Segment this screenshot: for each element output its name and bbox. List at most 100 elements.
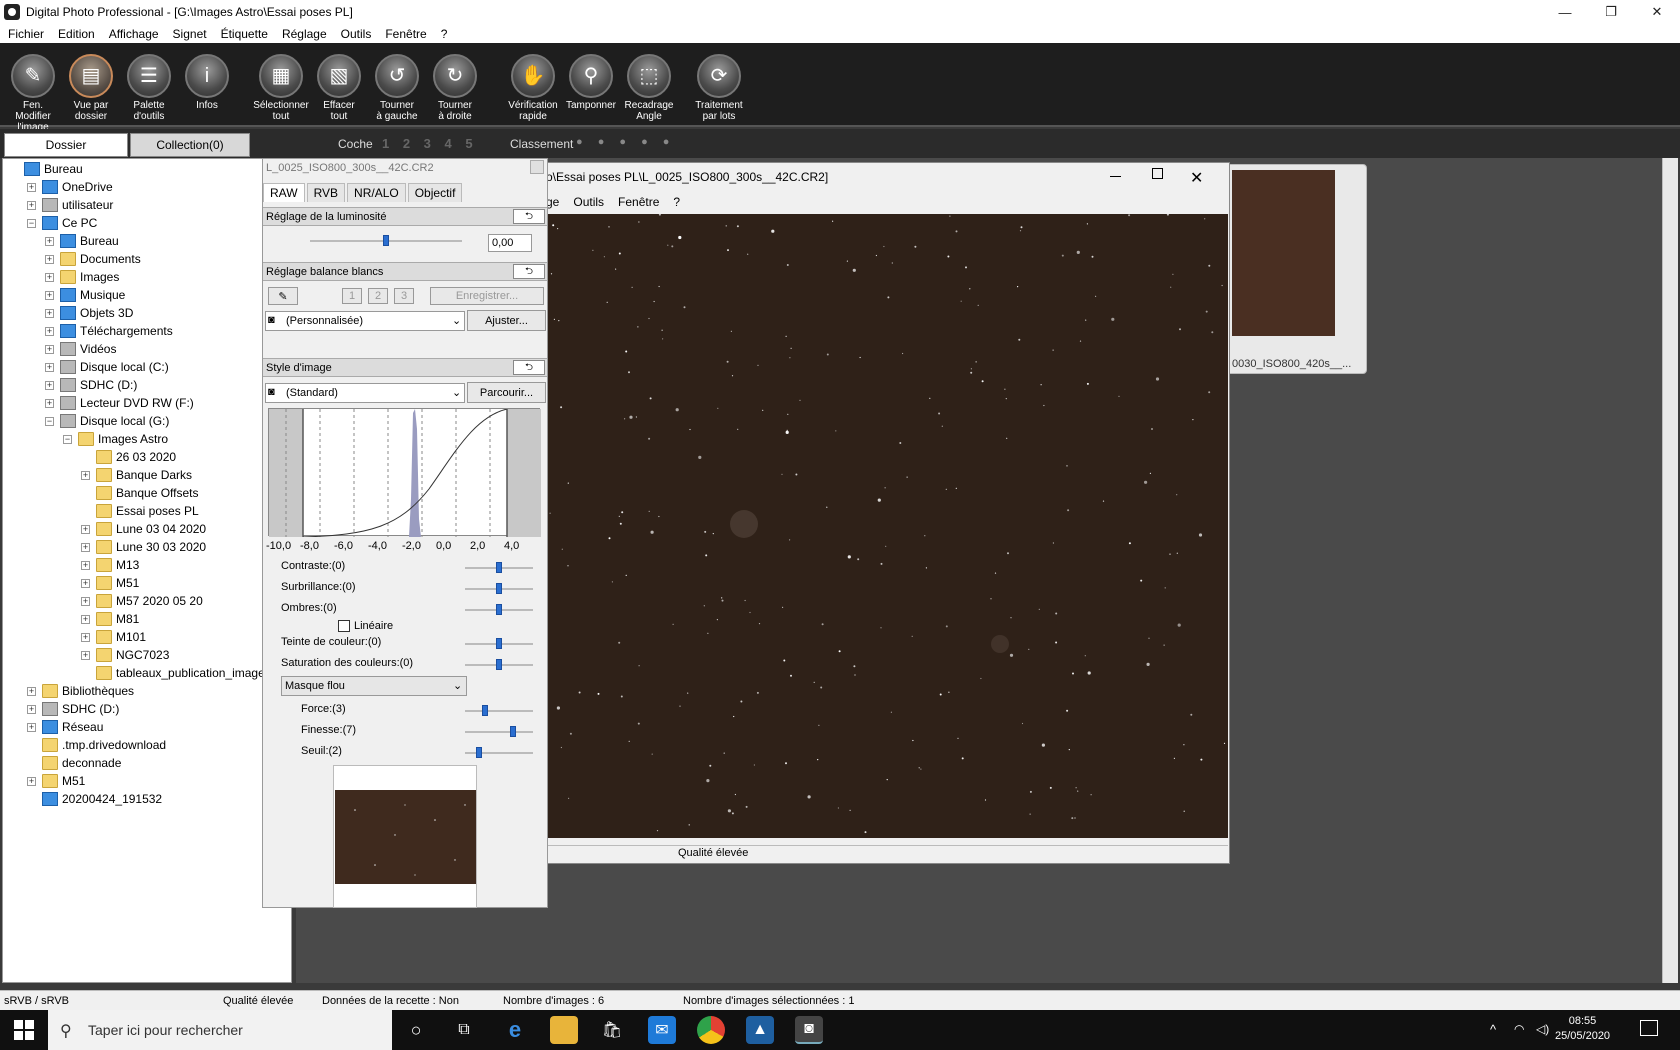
restore-button[interactable]: ❐	[1588, 0, 1634, 24]
photos-icon[interactable]: ▲	[746, 1016, 774, 1044]
expand-toggle-icon[interactable]: +	[27, 182, 36, 192]
tree-item[interactable]: + Lune 03 04 2020	[81, 520, 206, 538]
expand-toggle-icon[interactable]: +	[81, 470, 90, 480]
tree-item[interactable]: + OneDrive	[27, 178, 113, 196]
tree-item[interactable]: + Documents	[45, 250, 141, 268]
picture-style-select[interactable]: (Standard)	[265, 383, 465, 403]
expand-toggle-icon[interactable]: +	[45, 290, 54, 300]
tree-item[interactable]: + Bibliothèques	[27, 682, 134, 700]
tree-item[interactable]: + M101	[81, 628, 146, 646]
close-button[interactable]: ✕	[1634, 0, 1680, 24]
minimize-button[interactable]: —	[1542, 0, 1588, 24]
menu-fichier[interactable]: Fichier	[8, 27, 52, 41]
navigator-preview[interactable]	[335, 790, 476, 884]
eyedropper-button[interactable]: ✎	[268, 287, 298, 305]
expand-toggle-icon[interactable]: +	[45, 272, 54, 282]
tree-item[interactable]: + M13	[81, 556, 139, 574]
brightness-value-field[interactable]: 0,00	[488, 234, 532, 252]
menu-etiquette[interactable]: Étiquette	[221, 27, 276, 41]
slider-thumb[interactable]	[496, 583, 502, 594]
palette-close-button[interactable]	[530, 160, 544, 174]
tab-objectif[interactable]: Objectif	[407, 183, 463, 202]
expand-toggle-icon[interactable]: +	[81, 578, 90, 588]
brightness-slider-thumb[interactable]	[383, 235, 389, 246]
chrome-icon[interactable]	[697, 1016, 725, 1044]
menu-fenetre[interactable]: Fenêtre	[385, 27, 434, 41]
tab-nr-alo[interactable]: NR/ALO	[347, 183, 406, 202]
tree-item[interactable]: tableaux_publication_image	[81, 664, 265, 682]
expand-toggle-icon[interactable]: +	[45, 344, 54, 354]
rating-filter[interactable]: ● ● ● ● ●	[576, 136, 675, 148]
toolbar-button-7[interactable]: ↻ Tourner à droite	[426, 43, 484, 127]
toolbar-button-6[interactable]: ↺ Tourner à gauche	[368, 43, 426, 127]
tab-dossier[interactable]: Dossier	[4, 133, 128, 157]
picture-style-browse-button[interactable]: Parcourir...	[467, 382, 546, 403]
tree-item[interactable]: + Lecteur DVD RW (F:)	[45, 394, 194, 412]
tree-item[interactable]: Essai poses PL	[81, 502, 199, 520]
toolbar-button-9[interactable]: ⚲ Tamponner	[562, 43, 620, 127]
cortana-icon[interactable]: ○	[402, 1016, 430, 1044]
toolbar-button-3[interactable]: i Infos	[178, 43, 236, 127]
viewer-menu-image[interactable]: ge	[546, 195, 559, 209]
expand-toggle-icon[interactable]: +	[45, 398, 54, 408]
tree-item[interactable]: + M51	[27, 772, 85, 790]
toolbar-button-8[interactable]: ✋ Vérification rapide	[504, 43, 562, 127]
tree-item[interactable]: .tmp.drivedownload	[27, 736, 166, 754]
wb-slot-1[interactable]: 1	[342, 288, 362, 304]
slider-thumb[interactable]	[509, 726, 516, 737]
tree-item[interactable]: − Disque local (G:)	[45, 412, 169, 430]
expand-toggle-icon[interactable]: +	[27, 722, 36, 732]
wifi-icon[interactable]: ◠	[1514, 1022, 1524, 1036]
tree-item[interactable]: + SDHC (D:)	[45, 376, 137, 394]
viewer-menu-outils[interactable]: Outils	[573, 195, 604, 209]
file-explorer-icon[interactable]	[550, 1016, 578, 1044]
tree-item[interactable]: + Vidéos	[45, 340, 116, 358]
sharpen-mode-select[interactable]: Masque flou	[281, 676, 467, 696]
slider-track[interactable]	[465, 731, 533, 733]
tree-item[interactable]: deconnade	[27, 754, 121, 772]
expand-toggle-icon[interactable]: +	[27, 200, 36, 210]
expand-toggle-icon[interactable]: −	[27, 218, 36, 228]
expand-toggle-icon[interactable]: +	[27, 704, 36, 714]
tree-item[interactable]: + M51	[81, 574, 139, 592]
viewer-menu-fenetre[interactable]: Fenêtre	[618, 195, 659, 209]
dpp-taskbar-icon[interactable]: ◙	[795, 1016, 823, 1044]
tab-raw[interactable]: RAW	[263, 183, 305, 202]
viewer-menu-help[interactable]: ?	[673, 195, 680, 209]
slider-thumb[interactable]	[496, 659, 502, 670]
expand-toggle-icon[interactable]: +	[45, 326, 54, 336]
expand-toggle-icon[interactable]: +	[45, 380, 54, 390]
expand-toggle-icon[interactable]: +	[81, 596, 90, 606]
white-balance-reset-button[interactable]: ⮌	[513, 264, 545, 279]
expand-toggle-icon[interactable]: +	[45, 308, 54, 318]
wb-slot-2[interactable]: 2	[368, 288, 388, 304]
tree-item[interactable]: Bureau	[9, 160, 83, 178]
expand-toggle-icon[interactable]: +	[81, 560, 90, 570]
expand-toggle-icon[interactable]: +	[81, 542, 90, 552]
expand-toggle-icon[interactable]: +	[81, 524, 90, 534]
tree-item[interactable]: + M57 2020 05 20	[81, 592, 203, 610]
tree-item[interactable]: + Lune 30 03 2020	[81, 538, 206, 556]
menu-signet[interactable]: Signet	[173, 27, 215, 41]
toolbar-button-4[interactable]: ▦ Sélectionner tout	[252, 43, 310, 127]
brightness-reset-button[interactable]: ⮌	[513, 209, 545, 224]
slider-thumb[interactable]	[482, 705, 489, 716]
expand-toggle-icon[interactable]: +	[45, 236, 54, 246]
clock[interactable]: 08:55 25/05/2020	[1555, 1014, 1610, 1044]
volume-icon[interactable]: ◁)	[1536, 1022, 1549, 1036]
wb-save-button[interactable]: Enregistrer...	[430, 287, 544, 305]
tree-item[interactable]: + Objets 3D	[45, 304, 133, 322]
tree-item[interactable]: + Téléchargements	[45, 322, 173, 340]
wb-preset-select[interactable]: (Personnalisée)	[265, 311, 465, 331]
menu-outils[interactable]: Outils	[341, 27, 380, 41]
tree-item[interactable]: + Musique	[45, 286, 125, 304]
toolbar-button-1[interactable]: ▤ Vue par dossier	[62, 43, 120, 127]
taskbar-search[interactable]: ⚲ Taper ici pour rechercher	[48, 1010, 392, 1050]
check-mark-filter[interactable]: 1 2 3 4 5	[382, 136, 478, 151]
tree-item[interactable]: + NGC7023	[81, 646, 169, 664]
mail-icon[interactable]: ✉	[648, 1016, 676, 1044]
tree-item[interactable]: − Images Astro	[63, 430, 168, 448]
picture-style-reset-button[interactable]: ⮌	[513, 360, 545, 375]
wb-slot-3[interactable]: 3	[394, 288, 414, 304]
tree-item[interactable]: + SDHC (D:)	[27, 700, 119, 718]
